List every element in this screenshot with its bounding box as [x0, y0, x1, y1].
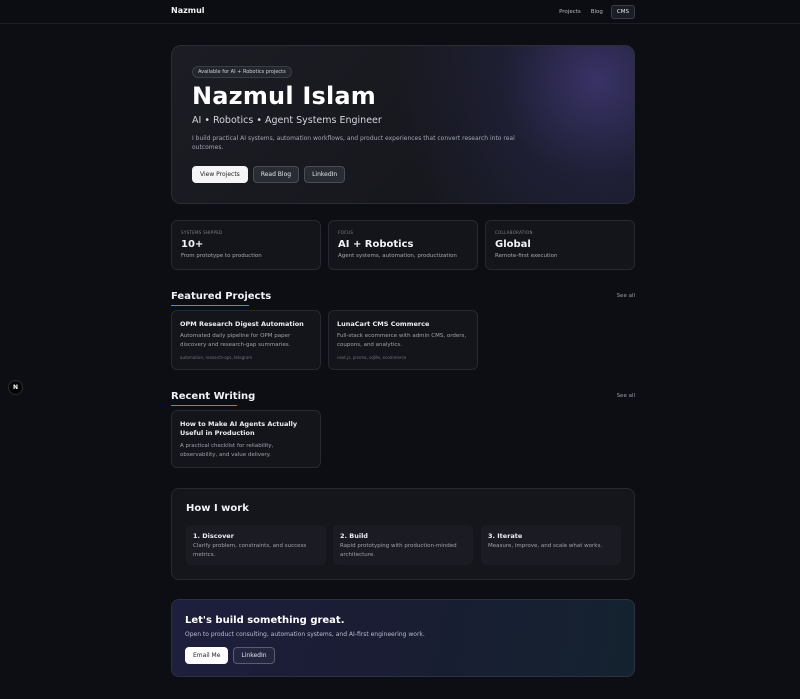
project-title: OPM Research Digest Automation	[180, 320, 304, 328]
project-summary: Automated daily pipeline for OPM paper d…	[180, 333, 291, 348]
step-desc: Clarify problem, constraints, and succes…	[193, 543, 307, 558]
cta-title: Let's build something great.	[185, 615, 345, 626]
top-navigation-bar: Nazmul Projects Blog CMS	[0, 0, 800, 24]
stat-card-collaboration: COLLABORATION Global Remote-first execut…	[485, 220, 635, 270]
floating-n-badge[interactable]: N	[8, 380, 23, 395]
email-me-button[interactable]: Email Me	[185, 647, 229, 664]
blog-post-card[interactable]: How to Make AI Agents Actually Useful in…	[171, 410, 321, 468]
cta-actions: Email Me LinkedIn	[185, 647, 275, 664]
main-nav: Projects Blog CMS	[557, 5, 635, 19]
nav-link-blog[interactable]: Blog	[589, 6, 605, 18]
step-title: 3. Iterate	[488, 532, 523, 540]
hero-actions: View Projects Read Blog LinkedIn	[192, 166, 346, 183]
project-tags: next.js, prisma, sqlite, ecommerce	[337, 355, 407, 360]
writing-title-underline	[171, 405, 237, 406]
featured-projects-title: Featured Projects	[171, 291, 272, 302]
stat-card-focus: FOCUS AI + Robotics Agent systems, autom…	[328, 220, 478, 270]
nav-link-projects[interactable]: Projects	[557, 6, 583, 18]
step-title: 1. Discover	[193, 532, 234, 540]
cta-text: Open to product consulting, automation s…	[185, 631, 425, 638]
read-blog-button[interactable]: Read Blog	[252, 166, 300, 183]
post-title: How to Make AI Agents Actually Useful in…	[180, 420, 298, 437]
step-iterate: 3. Iterate Measure, improve, and scale w…	[481, 525, 621, 565]
project-tags: automation, research-ops, telegram	[180, 355, 253, 360]
step-title: 2. Build	[340, 532, 368, 540]
step-desc: Measure, improve, and scale what works.	[488, 543, 603, 549]
view-projects-button[interactable]: View Projects	[192, 166, 248, 183]
stat-value: Global	[495, 239, 531, 250]
project-card-opm[interactable]: OPM Research Digest Automation Automated…	[171, 310, 321, 370]
stat-desc: Agent systems, automation, productizatio…	[338, 253, 457, 259]
step-discover: 1. Discover Clarify problem, constraints…	[186, 525, 326, 565]
hero-name: Nazmul Islam	[192, 82, 376, 110]
contact-cta-section: Let's build something great. Open to pro…	[171, 599, 635, 677]
project-card-lunacart[interactable]: LunaCart CMS Commerce Full-stack ecommer…	[328, 310, 478, 370]
project-title: LunaCart CMS Commerce	[337, 320, 430, 328]
stat-value: AI + Robotics	[338, 239, 414, 250]
stat-key: FOCUS	[338, 230, 354, 235]
post-summary: A practical checklist for reliability, o…	[180, 443, 274, 458]
hero-role: AI • Robotics • Agent Systems Engineer	[192, 115, 382, 126]
step-build: 2. Build Rapid prototyping with producti…	[333, 525, 473, 565]
featured-title-underline	[171, 305, 249, 306]
how-i-work-section: How I work 1. Discover Clarify problem, …	[171, 488, 635, 580]
availability-badge: Available for AI + Robotics projects	[192, 66, 292, 78]
brand-logo[interactable]: Nazmul	[171, 6, 205, 15]
hero-card: Available for AI + Robotics projects Naz…	[171, 45, 635, 204]
how-i-work-title: How I work	[186, 503, 249, 514]
hero-description: I build practical AI systems, automation…	[192, 135, 515, 151]
cta-linkedin-button[interactable]: LinkedIn	[233, 647, 275, 664]
nav-link-cms[interactable]: CMS	[610, 5, 635, 19]
stat-value: 10+	[181, 239, 204, 250]
stat-key: SYSTEMS SHIPPED	[181, 230, 223, 235]
project-summary: Full-stack ecommerce with admin CMS, ord…	[337, 333, 467, 348]
linkedin-button[interactable]: LinkedIn	[304, 166, 346, 183]
stat-key: COLLABORATION	[495, 230, 533, 235]
step-desc: Rapid prototyping with production-minded…	[340, 543, 457, 558]
stat-desc: From prototype to production	[181, 253, 262, 259]
recent-writing-title: Recent Writing	[171, 391, 256, 402]
stat-desc: Remote-first execution	[495, 253, 558, 259]
writing-see-all-link[interactable]: See all	[617, 393, 635, 399]
featured-see-all-link[interactable]: See all	[617, 293, 635, 299]
stat-card-systems: SYSTEMS SHIPPED 10+ From prototype to pr…	[171, 220, 321, 270]
